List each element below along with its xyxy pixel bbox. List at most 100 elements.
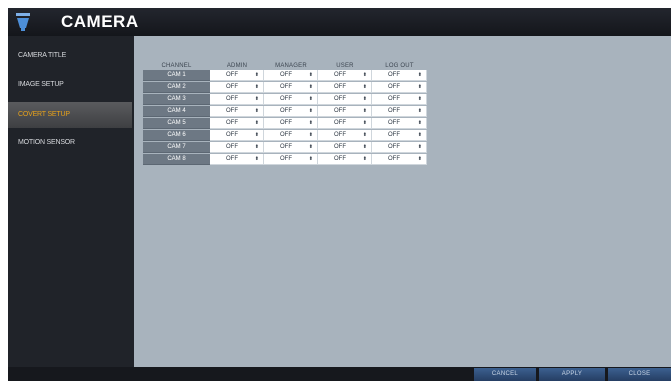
- user-select[interactable]: OFF ⬍: [318, 154, 372, 165]
- select-value: OFF: [226, 144, 238, 150]
- channel-label: CAM 8: [143, 154, 210, 165]
- title-bar: CAMERA: [8, 8, 671, 36]
- channel-label: CAM 3: [143, 94, 210, 105]
- table-row: CAM 2 OFF ⬍ OFF ⬍ OFF ⬍ OFF ⬍: [143, 82, 427, 93]
- manager-select[interactable]: OFF ⬍: [264, 106, 318, 117]
- sidebar-item-motion-sensor[interactable]: MOTION SENSOR: [8, 130, 132, 156]
- updown-arrow-icon: ⬍: [417, 156, 422, 162]
- logout-select[interactable]: OFF ⬍: [372, 106, 427, 117]
- logout-select[interactable]: OFF ⬍: [372, 154, 427, 165]
- select-value: OFF: [226, 156, 238, 162]
- user-select[interactable]: OFF ⬍: [318, 142, 372, 153]
- admin-select[interactable]: OFF ⬍: [210, 118, 264, 129]
- select-value: OFF: [388, 108, 400, 114]
- channel-label: CAM 4: [143, 106, 210, 117]
- manager-select[interactable]: OFF ⬍: [264, 94, 318, 105]
- table-row: CAM 3 OFF ⬍ OFF ⬍ OFF ⬍ OFF ⬍: [143, 94, 427, 105]
- select-value: OFF: [226, 120, 238, 126]
- user-select[interactable]: OFF ⬍: [318, 94, 372, 105]
- select-value: OFF: [334, 132, 346, 138]
- updown-arrow-icon: ⬍: [362, 96, 367, 102]
- logout-select[interactable]: OFF ⬍: [372, 142, 427, 153]
- manager-select[interactable]: OFF ⬍: [264, 142, 318, 153]
- admin-select[interactable]: OFF ⬍: [210, 142, 264, 153]
- sidebar-item-image-setup[interactable]: IMAGE SETUP: [8, 72, 132, 98]
- manager-select[interactable]: OFF ⬍: [264, 70, 318, 81]
- updown-arrow-icon: ⬍: [254, 108, 259, 114]
- select-value: OFF: [334, 84, 346, 90]
- select-value: OFF: [334, 144, 346, 150]
- select-value: OFF: [280, 96, 292, 102]
- select-value: OFF: [334, 72, 346, 78]
- logout-select[interactable]: OFF ⬍: [372, 82, 427, 93]
- user-select[interactable]: OFF ⬍: [318, 130, 372, 141]
- footer-bar: CANCEL APPLY CLOSE: [8, 367, 671, 381]
- updown-arrow-icon: ⬍: [362, 108, 367, 114]
- channel-label: CAM 6: [143, 130, 210, 141]
- admin-select[interactable]: OFF ⬍: [210, 130, 264, 141]
- updown-arrow-icon: ⬍: [417, 132, 422, 138]
- channel-label: CAM 1: [143, 70, 210, 81]
- updown-arrow-icon: ⬍: [254, 72, 259, 78]
- updown-arrow-icon: ⬍: [417, 144, 422, 150]
- user-select[interactable]: OFF ⬍: [318, 70, 372, 81]
- logout-select[interactable]: OFF ⬍: [372, 118, 427, 129]
- updown-arrow-icon: ⬍: [308, 84, 313, 90]
- select-value: OFF: [388, 96, 400, 102]
- table-row: CAM 8 OFF ⬍ OFF ⬍ OFF ⬍ OFF ⬍: [143, 154, 427, 165]
- sidebar: CAMERA TITLE IMAGE SETUP COVERT SETUP MO…: [8, 36, 134, 367]
- updown-arrow-icon: ⬍: [417, 120, 422, 126]
- updown-arrow-icon: ⬍: [254, 84, 259, 90]
- select-value: OFF: [334, 120, 346, 126]
- updown-arrow-icon: ⬍: [417, 72, 422, 78]
- admin-select[interactable]: OFF ⬍: [210, 70, 264, 81]
- close-button[interactable]: CLOSE: [608, 368, 671, 381]
- updown-arrow-icon: ⬍: [308, 132, 313, 138]
- column-header-channel: CHANNEL: [161, 63, 192, 69]
- manager-select[interactable]: OFF ⬍: [264, 130, 318, 141]
- manager-select[interactable]: OFF ⬍: [264, 118, 318, 129]
- channel-label: CAM 5: [143, 118, 210, 129]
- table-row: CAM 6 OFF ⬍ OFF ⬍ OFF ⬍ OFF ⬍: [143, 130, 427, 141]
- updown-arrow-icon: ⬍: [254, 156, 259, 162]
- manager-select[interactable]: OFF ⬍: [264, 154, 318, 165]
- updown-arrow-icon: ⬍: [362, 144, 367, 150]
- updown-arrow-icon: ⬍: [308, 72, 313, 78]
- updown-arrow-icon: ⬍: [254, 120, 259, 126]
- admin-select[interactable]: OFF ⬍: [210, 154, 264, 165]
- admin-select[interactable]: OFF ⬍: [210, 106, 264, 117]
- select-value: OFF: [226, 108, 238, 114]
- sidebar-item-covert-setup[interactable]: COVERT SETUP: [8, 102, 132, 128]
- column-header-manager: MANAGER: [275, 63, 307, 69]
- updown-arrow-icon: ⬍: [254, 132, 259, 138]
- logout-select[interactable]: OFF ⬍: [372, 94, 427, 105]
- select-value: OFF: [226, 84, 238, 90]
- manager-select[interactable]: OFF ⬍: [264, 82, 318, 93]
- user-select[interactable]: OFF ⬍: [318, 82, 372, 93]
- user-select[interactable]: OFF ⬍: [318, 118, 372, 129]
- updown-arrow-icon: ⬍: [308, 108, 313, 114]
- admin-select[interactable]: OFF ⬍: [210, 82, 264, 93]
- select-value: OFF: [280, 156, 292, 162]
- column-header-admin: ADMIN: [226, 63, 248, 69]
- logout-select[interactable]: OFF ⬍: [372, 130, 427, 141]
- channel-label: CAM 7: [143, 142, 210, 153]
- admin-select[interactable]: OFF ⬍: [210, 94, 264, 105]
- logout-select[interactable]: OFF ⬍: [372, 70, 427, 81]
- cancel-button[interactable]: CANCEL: [474, 368, 536, 381]
- updown-arrow-icon: ⬍: [417, 96, 422, 102]
- updown-arrow-icon: ⬍: [308, 96, 313, 102]
- column-header-user: USER: [336, 63, 354, 69]
- table-row: CAM 7 OFF ⬍ OFF ⬍ OFF ⬍ OFF ⬍: [143, 142, 427, 153]
- updown-arrow-icon: ⬍: [417, 108, 422, 114]
- select-value: OFF: [280, 144, 292, 150]
- table-row: CAM 4 OFF ⬍ OFF ⬍ OFF ⬍ OFF ⬍: [143, 106, 427, 117]
- user-select[interactable]: OFF ⬍: [318, 106, 372, 117]
- select-value: OFF: [334, 108, 346, 114]
- table-row: CAM 5 OFF ⬍ OFF ⬍ OFF ⬍ OFF ⬍: [143, 118, 427, 129]
- select-value: OFF: [280, 120, 292, 126]
- apply-button[interactable]: APPLY: [539, 368, 605, 381]
- select-value: OFF: [226, 72, 238, 78]
- sidebar-item-camera-title[interactable]: CAMERA TITLE: [8, 43, 132, 69]
- updown-arrow-icon: ⬍: [308, 120, 313, 126]
